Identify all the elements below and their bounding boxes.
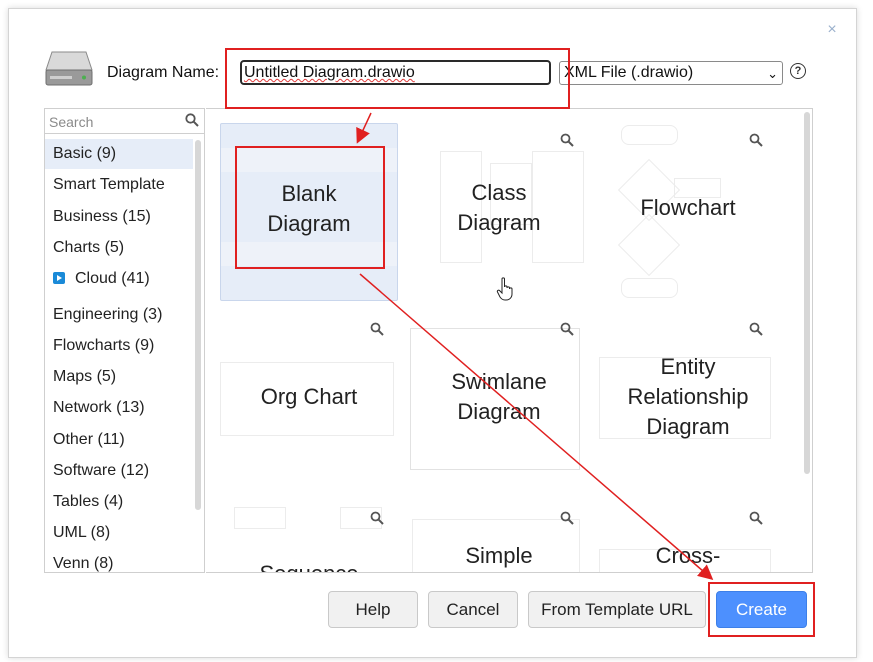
sidebar-item-uml[interactable]: UML (8) (45, 518, 193, 548)
template-label: Entity Relationship Diagram (627, 354, 749, 439)
thumbnail-shape (621, 278, 678, 298)
cloud-icon (53, 271, 65, 284)
drive-icon (45, 51, 93, 86)
search-placeholder: Search (49, 114, 94, 130)
help-icon[interactable]: ? (790, 63, 806, 79)
from-template-url-button[interactable]: From Template URL (528, 591, 706, 628)
template-entity-relationship-diagram[interactable]: Entity Relationship Diagram (599, 312, 777, 490)
chevron-down-icon: ⌄ (767, 66, 778, 81)
close-icon[interactable]: × (824, 22, 840, 38)
template-org-chart[interactable]: Org Chart (220, 312, 398, 490)
hand-cursor-icon (496, 277, 513, 301)
sidebar-item-business[interactable]: Business (15) (45, 202, 193, 232)
file-format-value: XML File (.drawio) (564, 64, 694, 81)
gallery-scrollbar[interactable] (804, 112, 810, 474)
thumbnail-shape (617, 213, 681, 277)
help-button[interactable]: Help (328, 591, 418, 628)
annotation-highlight-blank (235, 146, 385, 269)
sidebar-scrollbar[interactable] (195, 140, 201, 510)
template-sequence[interactable]: Sequence (220, 501, 398, 572)
zoom-icon[interactable] (560, 133, 574, 147)
sidebar-item-network[interactable]: Network (13) (45, 393, 193, 423)
category-sidebar: Search Basic (9) Smart Template Business… (44, 108, 205, 573)
sidebar-item-software[interactable]: Software (12) (45, 456, 193, 486)
template-flowchart[interactable]: Flowchart (599, 123, 777, 301)
sidebar-item-label: Cloud (41) (75, 270, 150, 287)
template-label: Swimlane Diagram (451, 369, 547, 424)
file-format-select[interactable]: XML File (.drawio) ⌄ (559, 61, 783, 85)
annotation-highlight-name (225, 48, 570, 109)
thumbnail-shape (621, 125, 678, 145)
search-input[interactable]: Search (45, 109, 204, 134)
template-label: Org Chart (260, 384, 358, 409)
sidebar-item-venn[interactable]: Venn (8) (45, 549, 193, 572)
cancel-button[interactable]: Cancel (428, 591, 518, 628)
template-simple[interactable]: Simple (410, 501, 588, 572)
template-label: Sequence (220, 559, 398, 572)
sidebar-item-flowcharts[interactable]: Flowcharts (9) (45, 331, 193, 361)
zoom-icon[interactable] (560, 511, 574, 525)
zoom-icon[interactable] (749, 322, 763, 336)
zoom-icon[interactable] (749, 511, 763, 525)
annotation-highlight-create (708, 582, 815, 637)
template-label: Flowchart (640, 195, 736, 220)
sidebar-item-other[interactable]: Other (11) (45, 425, 193, 455)
sidebar-item-tables[interactable]: Tables (4) (45, 487, 193, 517)
template-label: Class Diagram (457, 180, 541, 235)
search-icon[interactable] (185, 113, 199, 127)
template-class-diagram[interactable]: Class Diagram (410, 123, 588, 301)
template-label: Simple (465, 543, 533, 568)
template-cross-functional[interactable]: Cross- (599, 501, 777, 572)
thumbnail-shape (234, 507, 286, 529)
zoom-icon[interactable] (749, 133, 763, 147)
sidebar-item-maps[interactable]: Maps (5) (45, 362, 193, 392)
zoom-icon[interactable] (370, 511, 384, 525)
sidebar-item-basic[interactable]: Basic (9) (45, 139, 193, 169)
sidebar-item-smart-template[interactable]: Smart Template (45, 170, 193, 200)
sidebar-item-cloud[interactable]: Cloud (41) (45, 264, 193, 294)
template-swimlane-diagram[interactable]: Swimlane Diagram (410, 312, 588, 490)
template-label: Cross- (655, 543, 721, 568)
sidebar-item-engineering[interactable]: Engineering (3) (45, 300, 193, 330)
sidebar-item-charts[interactable]: Charts (5) (45, 233, 193, 263)
zoom-icon[interactable] (370, 322, 384, 336)
zoom-icon[interactable] (560, 322, 574, 336)
diagram-name-label: Diagram Name: (107, 64, 220, 81)
